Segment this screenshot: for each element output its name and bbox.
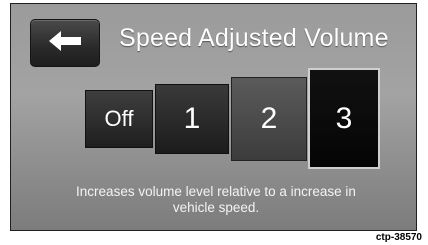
option-1[interactable]: 1 <box>155 84 229 154</box>
option-label: 2 <box>260 102 278 135</box>
display-screen: Speed Adjusted Volume Off 1 2 3 Increase… <box>10 3 417 231</box>
description-text: Increases volume level relative to a inc… <box>76 184 356 215</box>
figure-code: ctp-38570 <box>375 232 422 243</box>
option-off[interactable]: Off <box>85 90 153 148</box>
option-label: 3 <box>335 101 353 135</box>
option-2[interactable]: 2 <box>231 77 307 161</box>
option-3-selected[interactable]: 3 <box>308 68 380 169</box>
option-label: Off <box>104 106 134 131</box>
option-label: 1 <box>183 102 201 135</box>
